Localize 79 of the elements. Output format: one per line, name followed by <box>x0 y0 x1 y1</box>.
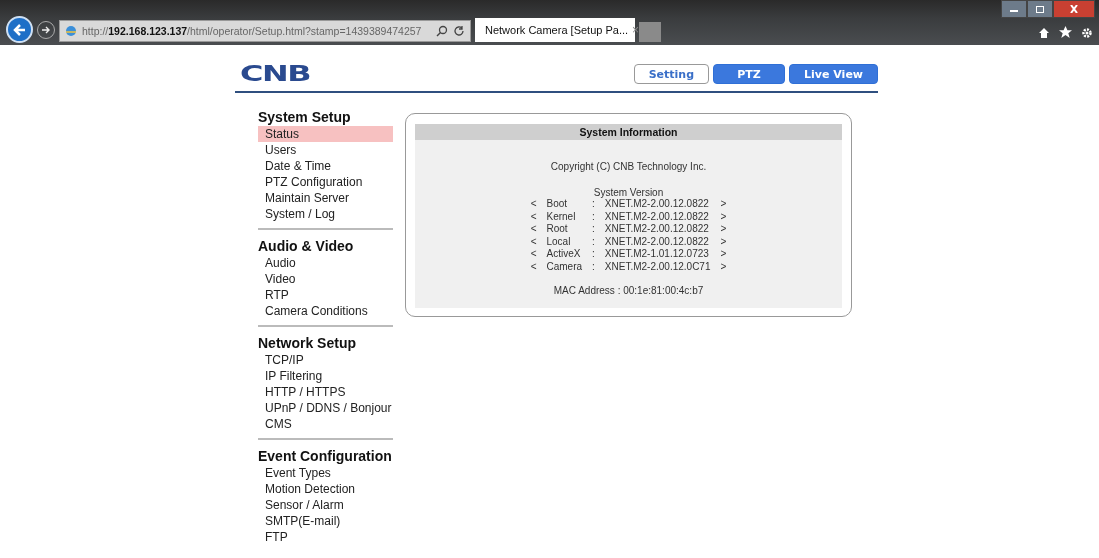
search-icon[interactable] <box>436 25 448 37</box>
sidebar-item[interactable]: HTTP / HTTPS <box>258 384 393 400</box>
section-heading: System Setup <box>258 109 352 125</box>
version-value: XNET.M2-1.01.12.0723 <box>604 248 710 261</box>
component-name: ActiveX <box>546 248 582 261</box>
component-name: Boot <box>546 198 569 211</box>
version-value: XNET.M2-2.00.12.0822 <box>604 223 710 236</box>
version-value: XNET.M2-2.00.12.0822 <box>604 235 710 248</box>
sidebar-item[interactable]: Maintain Server <box>258 190 393 206</box>
bracket-text: > <box>720 210 727 223</box>
bracket-text: < <box>530 260 537 273</box>
tab-title: Network Camera [Setup Pa... <box>485 24 629 36</box>
component-name: Camera <box>546 260 583 273</box>
component-name: Kernel <box>546 210 577 223</box>
address-bar[interactable]: http://192.168.123.137/html/operator/Setup.html?stamp=1439389474257 <box>59 20 471 42</box>
separator-text: : <box>592 198 595 211</box>
maximize-icon <box>1035 5 1045 13</box>
copyright-text: Copyright (C) CNB Technology Inc. <box>549 161 708 173</box>
bracket-text: > <box>720 260 727 273</box>
globe-icon <box>65 25 77 37</box>
sidebar-item[interactable]: TCP/IP <box>258 352 393 368</box>
company-logo: CNB <box>240 62 311 86</box>
nav-tab[interactable]: PTZ <box>713 64 786 84</box>
sidebar-item[interactable]: FTP <box>258 529 393 545</box>
home-icon[interactable] <box>1038 26 1050 39</box>
refresh-icon[interactable] <box>453 25 465 37</box>
sidebar-item[interactable]: Camera Conditions <box>258 303 393 319</box>
sidebar-item[interactable]: Date & Time <box>258 158 393 174</box>
url-text: http://192.168.123.137/html/operator/Setup.html?stamp=1439389474257 <box>82 25 423 37</box>
separator-text: : <box>592 210 595 223</box>
sidebar-item[interactable]: Motion Detection <box>258 481 393 497</box>
nav-tab[interactable]: Live View <box>789 64 878 84</box>
separator-text: : <box>592 235 595 248</box>
bracket-text: < <box>530 223 537 236</box>
version-value: XNET.M2-2.00.12.0822 <box>604 198 710 211</box>
sidebar-item[interactable]: PTZ Configuration <box>258 174 393 190</box>
sidebar-item[interactable]: SMTP(E-mail) <box>258 513 393 529</box>
maximize-button[interactable] <box>1027 0 1053 18</box>
back-arrow-icon <box>11 21 28 38</box>
bracket-text: > <box>720 198 727 211</box>
sidebar-item[interactable]: Audio <box>258 255 393 271</box>
sidebar-item[interactable]: IP Filtering <box>258 368 393 384</box>
sidebar-item[interactable]: Status <box>258 126 393 142</box>
sidebar-item[interactable]: UPnP / DDNS / Bonjour <box>258 400 393 416</box>
version-value: XNET.M2-2.00.12.0822 <box>604 210 710 223</box>
forward-arrow-icon <box>41 25 51 35</box>
sidebar-item[interactable]: Sensor / Alarm <box>258 497 393 513</box>
close-button[interactable] <box>1053 0 1095 18</box>
component-name: Root <box>546 223 569 236</box>
bracket-text: > <box>720 235 727 248</box>
version-heading: System Version <box>592 187 664 198</box>
section-heading: Network Setup <box>258 335 357 351</box>
minimize-button[interactable] <box>1001 0 1027 18</box>
separator-text: : <box>592 248 595 261</box>
sidebar-item[interactable]: CMS <box>258 416 393 432</box>
sidebar-item[interactable]: Event Types <box>258 465 393 481</box>
sidebar-item[interactable]: Video <box>258 271 393 287</box>
settings-icon[interactable] <box>1081 26 1093 39</box>
mac-address: MAC Address : 00:1e:81:00:4c:b7 <box>552 285 705 296</box>
close-icon <box>1069 5 1079 13</box>
version-value: XNET.M2-2.00.12.0C71 <box>604 260 711 273</box>
bracket-text: < <box>530 210 537 223</box>
component-name: Local <box>546 235 572 248</box>
bracket-text: < <box>530 198 537 211</box>
bracket-text: > <box>720 223 727 236</box>
section-heading: Audio & Video <box>258 238 355 254</box>
separator-text: : <box>592 260 595 273</box>
separator-text: : <box>592 223 595 236</box>
sidebar-item[interactable]: Users <box>258 142 393 158</box>
star-icon[interactable] <box>1059 26 1072 39</box>
sidebar-item[interactable]: RTP <box>258 287 393 303</box>
panel-title: System Information <box>415 124 842 140</box>
nav-tab[interactable]: Setting <box>633 64 710 84</box>
section-heading: Event Configuration <box>258 448 393 464</box>
sidebar-item[interactable]: System / Log <box>258 206 393 222</box>
bracket-text: < <box>530 235 537 248</box>
bracket-text: > <box>720 248 727 261</box>
back-button[interactable] <box>6 16 33 43</box>
bracket-text: < <box>530 248 537 261</box>
